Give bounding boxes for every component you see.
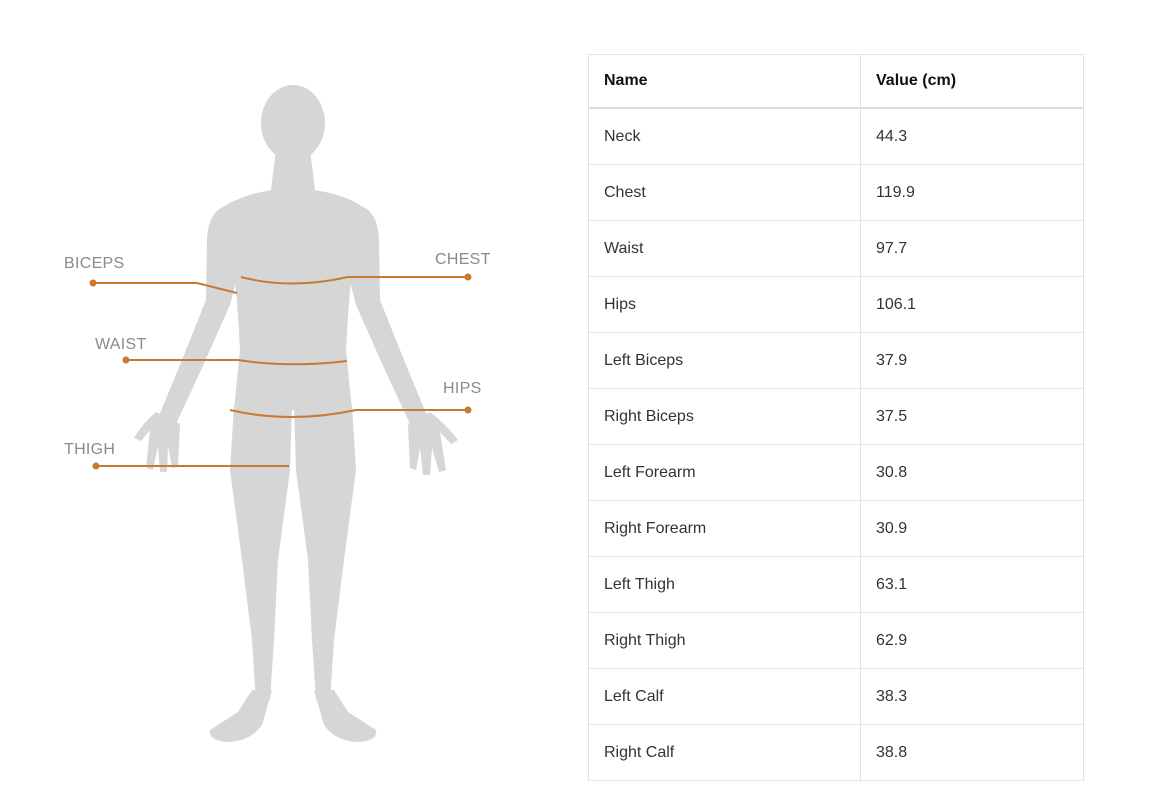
measurement-name: Chest (588, 164, 861, 221)
neck-shape (270, 150, 316, 197)
measurement-value: 119.9 (860, 164, 1084, 221)
biceps-callout-dot (89, 279, 97, 287)
measurement-value: 30.8 (860, 444, 1084, 501)
body-measurement-diagram: BICEPS CHEST WAIST HIPS THIGH (64, 85, 491, 742)
hips-label: HIPS (443, 380, 482, 397)
table-row: Chest 119.9 (588, 164, 1084, 221)
measurement-name: Left Calf (588, 668, 861, 725)
human-silhouette (134, 85, 458, 742)
right-foot-shape (314, 690, 377, 742)
right-arm-shape (344, 205, 428, 424)
measurement-name: Right Thigh (588, 612, 861, 669)
table-row: Right Biceps 37.5 (588, 388, 1084, 445)
table-row: Neck 44.3 (588, 107, 1084, 165)
measurement-name: Right Forearm (588, 500, 861, 557)
biceps-label: BICEPS (64, 255, 125, 272)
torso-shape (226, 190, 360, 410)
measurement-name: Neck (588, 107, 861, 165)
measurement-value: 38.8 (860, 724, 1084, 781)
head-shape (261, 85, 325, 161)
table-row: Waist 97.7 (588, 220, 1084, 277)
measurement-value: 97.7 (860, 220, 1084, 277)
waist-callout-dot (122, 356, 130, 364)
measurement-name: Left Thigh (588, 556, 861, 613)
measurement-name: Right Calf (588, 724, 861, 781)
left-leg-shape (230, 405, 292, 702)
measurement-value: 106.1 (860, 276, 1084, 333)
measurement-name: Waist (588, 220, 861, 277)
measurement-name: Left Biceps (588, 332, 861, 389)
left-hand-shape (134, 412, 180, 472)
column-header-value: Value (cm) (860, 54, 1084, 109)
left-arm-shape (158, 205, 242, 424)
table-row: Left Forearm 30.8 (588, 444, 1084, 501)
chest-callout-dot (464, 273, 472, 281)
thigh-callout-dot (92, 462, 100, 470)
table-row: Right Forearm 30.9 (588, 500, 1084, 557)
table-row: Left Calf 38.3 (588, 668, 1084, 725)
table-row: Left Thigh 63.1 (588, 556, 1084, 613)
measurement-value: 38.3 (860, 668, 1084, 725)
measurement-value: 63.1 (860, 556, 1084, 613)
hips-callout-dot (464, 406, 472, 414)
chest-label: CHEST (435, 251, 491, 268)
measurements-table: Name Value (cm) Neck 44.3 Chest 119.9 Wa… (588, 54, 1084, 781)
measurement-name: Left Forearm (588, 444, 861, 501)
waist-label: WAIST (95, 336, 147, 353)
column-header-name: Name (588, 54, 861, 109)
measurement-value: 37.9 (860, 332, 1084, 389)
measurement-value: 37.5 (860, 388, 1084, 445)
right-hand-shape (408, 412, 458, 475)
left-foot-shape (209, 690, 272, 742)
measurement-value: 44.3 (860, 107, 1084, 165)
table-row: Right Thigh 62.9 (588, 612, 1084, 669)
table-row: Left Biceps 37.9 (588, 332, 1084, 389)
measurement-value: 30.9 (860, 500, 1084, 557)
measurement-name: Right Biceps (588, 388, 861, 445)
table-row: Hips 106.1 (588, 276, 1084, 333)
measurement-name: Hips (588, 276, 861, 333)
table-header-row: Name Value (cm) (588, 54, 1084, 109)
right-leg-shape (294, 405, 356, 702)
measurement-value: 62.9 (860, 612, 1084, 669)
table-row: Right Calf 38.8 (588, 724, 1084, 781)
thigh-label: THIGH (64, 441, 115, 458)
